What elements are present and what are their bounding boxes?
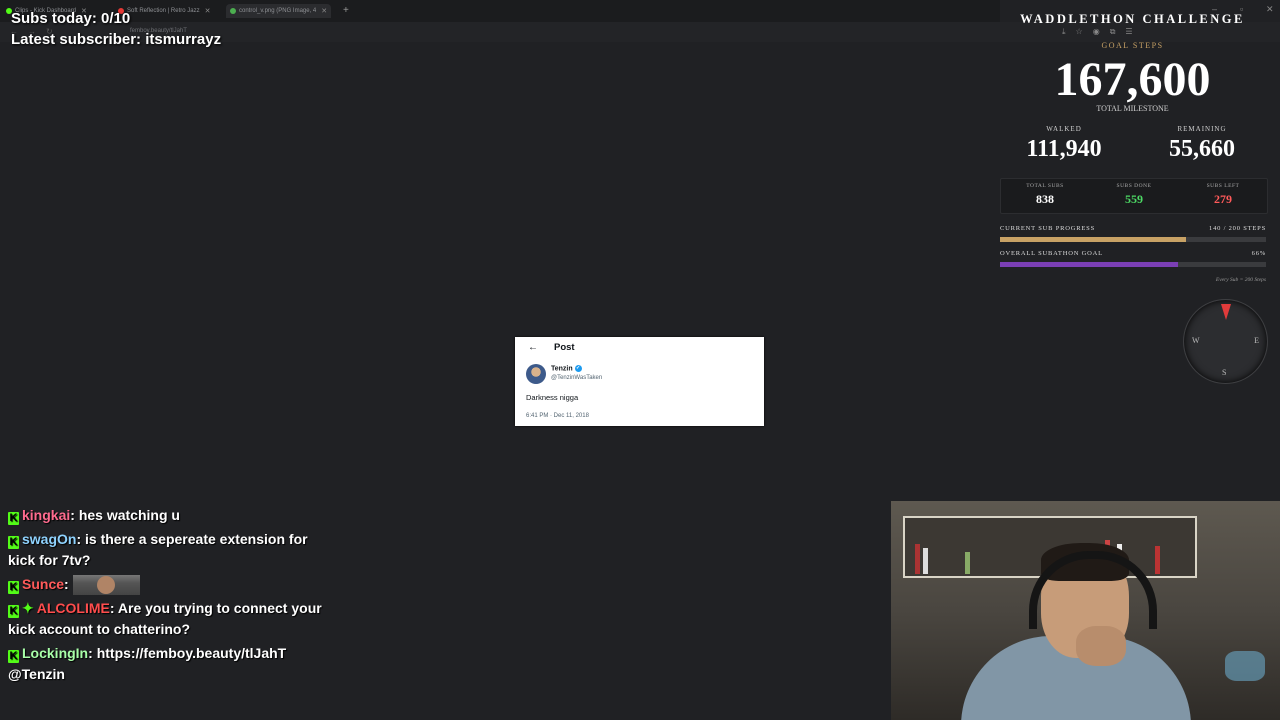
current-sub-progress-value: 140 / 200 STEPS [1209,225,1266,232]
stat-subs-left: SUBS LEFT 279 [1179,183,1267,207]
overall-goal-label: OVERALL SUBATHON GOAL [1000,250,1103,257]
chat-username: swagOn [22,531,77,547]
chat-username: ALCOLIME [36,600,110,617]
compass-east: E [1254,336,1259,345]
latest-subscriber: Latest subscriber: itsmurrayz [11,31,222,48]
compass-needle-icon [1221,304,1231,320]
tweet-card: ← Post Tenzin ✓ @TenzinWasTaken Darkness … [515,337,764,426]
walked-value: 111,940 [1026,136,1102,162]
book [923,548,928,574]
tab-label: Soft Reflection | Retro Jazz [127,8,200,14]
remaining-label: REMAINING [1177,125,1227,133]
book [1155,546,1160,574]
browser-tab-bar: Clips - Kick Dashboard ✕ Soft Reflection… [0,0,1000,22]
lamp [1225,651,1265,681]
verified-badge-icon: ✓ [574,365,582,372]
stat-total-subs: TOTAL SUBS 838 [1001,183,1089,207]
kick-icon: K [8,650,19,664]
kick-icon: K [8,512,19,525]
sparkle-badge-icon: ✦ [22,600,34,617]
new-tab-button[interactable]: + [343,5,349,16]
compass-west: W [1192,336,1200,345]
kick-icon: K [8,581,19,594]
chat-message: K ✦ ALCOLIME: Are you trying to connect yo… [8,600,322,638]
chat-message: KswagOn: is there a sepereate extension … [8,531,308,568]
kick-icon: K [8,605,19,619]
stat-value: 838 [1036,192,1054,206]
book [915,544,920,574]
chat-message: Kkingkai: hes watching u [8,507,180,525]
chat-username: Sunce [22,576,65,592]
close-icon[interactable]: ✕ [205,7,211,15]
overall-goal-bar [1000,262,1266,267]
stat-label: TOTAL SUBS [1026,183,1064,189]
remaining-value: 55,660 [1169,136,1235,162]
avatar[interactable] [526,364,546,384]
progress-fill [1000,237,1187,242]
stat-label: SUBS DONE [1116,183,1152,189]
current-sub-progress-label: CURRENT SUB PROGRESS [1000,225,1095,232]
tweet-text: Darkness nigga [526,393,579,402]
goal-steps-label: GOAL STEPS [1101,41,1164,50]
tab-retro-jazz[interactable]: Soft Reflection | Retro Jazz ✕ [118,4,210,18]
subs-stats-box: TOTAL SUBS 838 SUBS DONE 559 SUBS LEFT 2… [1000,178,1268,214]
emote-image [72,575,140,596]
tweet-handle[interactable]: @TenzinWasTaken [551,375,602,381]
tweet-author[interactable]: Tenzin ✓ [551,365,582,372]
image-icon [230,8,236,14]
subs-today-counter: Subs today: 0/10 [11,10,131,27]
current-sub-progress-bar [1000,237,1266,242]
back-arrow-icon[interactable]: ← [528,342,538,353]
compass-south: S [1222,368,1227,377]
chat-username: LockingIn [22,645,89,662]
chat-username: kingkai [22,507,71,523]
author-name: Tenzin [551,365,573,373]
challenge-title: WADDLETHON CHALLENGE [1020,12,1245,26]
steps-per-sub-note: Every Sub = 200 Steps [1215,277,1266,283]
walked-label: WALKED [1046,125,1082,133]
book [965,552,970,574]
close-icon[interactable]: ✕ [321,7,327,15]
tweet-timestamp[interactable]: 6:41 PM · Dec 11, 2018 [526,413,589,419]
goal-steps-value: 167,600 [1054,53,1211,106]
emote-face [96,576,115,595]
streamer-hand [1076,626,1126,666]
stat-subs-done: SUBS DONE 559 [1090,183,1178,207]
milestone-label: TOTAL MILESTONE [1096,104,1169,113]
stat-label: SUBS LEFT [1206,183,1240,189]
compass: W E S [1183,299,1268,384]
chat-message: K LockingIn: https://femboy.beauty/tlJahT… [8,645,287,683]
chat-overlay: Kkingkai: hes watching u KswagOn: is the… [8,505,338,688]
tab-control-v-png[interactable]: control_v.png (PNG Image, 4 ✕ [226,4,332,18]
overall-goal-value: 66% [1251,250,1266,257]
chat-message: K Sunce: [8,574,338,596]
tab-label: control_v.png (PNG Image, 4 [239,8,317,14]
progress-fill [1000,262,1179,267]
stat-value: 279 [1214,192,1232,206]
chat-text: hes watching u [78,507,180,523]
kick-icon: K [8,536,19,549]
stat-value: 559 [1125,192,1143,206]
webcam-feed [891,501,1280,720]
post-header: Post [554,342,575,353]
